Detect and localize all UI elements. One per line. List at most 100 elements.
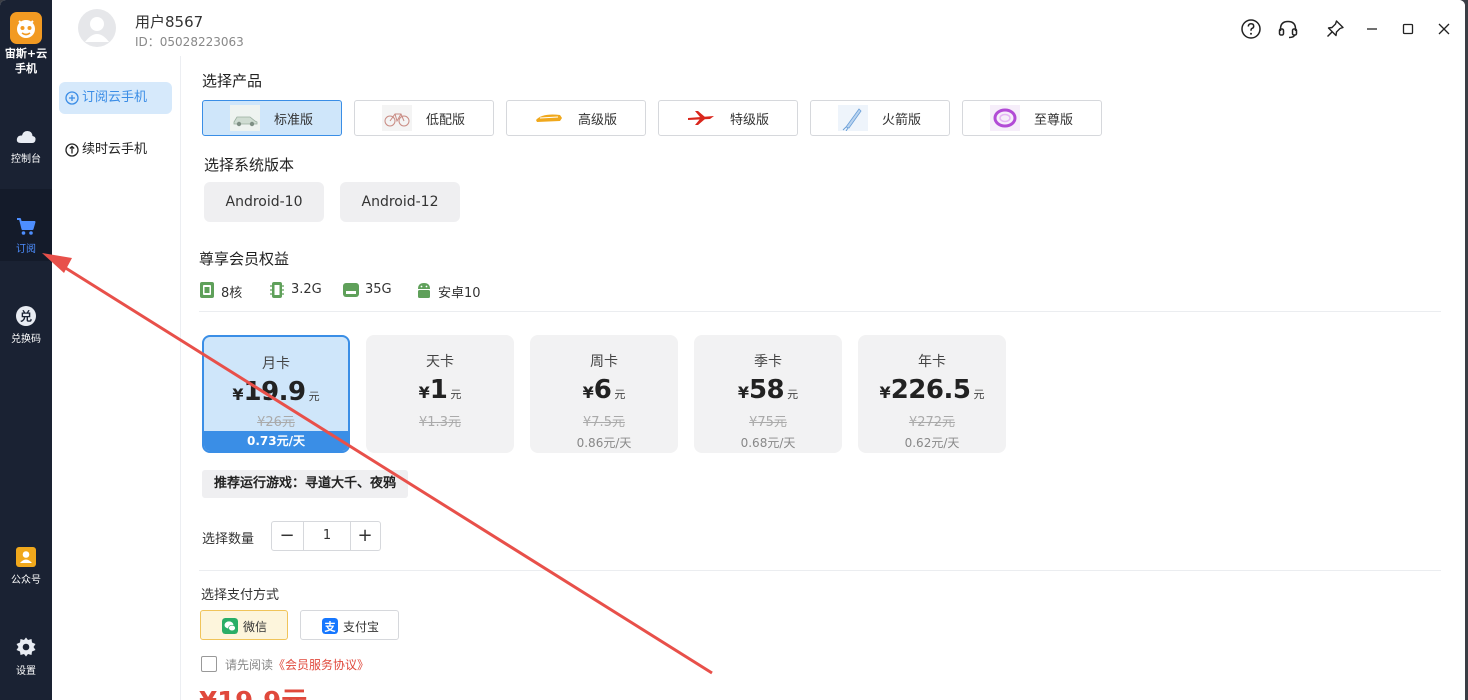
plan-price: ¥226.5 元 (858, 375, 1006, 405)
plan-price: ¥19.9 元 (204, 377, 348, 407)
help-icon[interactable] (1240, 18, 1262, 40)
plan-original-price: ¥75元 (749, 415, 787, 430)
rail-item-label: 设置 (16, 666, 36, 677)
product-basic[interactable]: 低配版 (354, 100, 494, 136)
plan-original-price: ¥7.5元 (583, 415, 625, 430)
plan-currency: ¥ (418, 383, 430, 402)
plan-name: 天卡 (426, 354, 454, 370)
pay-alipay-button[interactable]: 支 支付宝 (300, 610, 399, 640)
maximize-icon[interactable] (1397, 18, 1419, 40)
subnav-item-label: 订阅云手机 (82, 90, 148, 105)
redeem-icon: 兑 (16, 306, 36, 326)
user-id: ID：05028223063 (135, 35, 244, 49)
jet-icon (688, 111, 714, 125)
subnav-item-subscribe-phone[interactable]: 订阅云手机 (59, 82, 172, 114)
rail-item-label: 订阅 (16, 244, 36, 255)
subnav-item-label: 续时云手机 (82, 142, 148, 157)
plan-unit: 元 (787, 388, 799, 401)
quantity-decrease-button[interactable]: − (272, 522, 302, 550)
payment-section-title: 选择支付方式 (201, 588, 280, 603)
plan-unit: 元 (973, 388, 985, 401)
cart-icon (17, 218, 36, 235)
pin-icon[interactable] (1324, 18, 1346, 40)
plan-amount: 6 (593, 375, 612, 405)
minimize-icon[interactable] (1361, 18, 1383, 40)
close-icon[interactable] (1433, 18, 1455, 40)
plan-month[interactable]: 月卡 ¥19.9 元 ¥26元 0.73元/天 (202, 335, 350, 453)
agreement-link[interactable]: 《会员服务协议》 (273, 658, 369, 672)
svg-text:兑: 兑 (20, 309, 32, 324)
quantity-label: 选择数量 (202, 532, 255, 547)
pay-wechat-button[interactable]: 微信 (200, 610, 288, 640)
plan-day[interactable]: 天卡 ¥1 元 ¥1.3元 (366, 335, 514, 453)
main-content: 选择产品 标准版 低配版 高级版 特级版 火箭版 至尊版 选择系统版本 Andr… (181, 56, 1465, 700)
plan-daily-price: 0.62元/天 (904, 436, 960, 450)
agreement-prefix: 请先阅读 (225, 658, 274, 672)
memory-icon (270, 282, 284, 298)
pay-method-label: 支付宝 (343, 620, 380, 634)
product-supreme[interactable]: 至尊版 (962, 100, 1102, 136)
plan-daily-price: 0.68元/天 (740, 436, 796, 450)
plan-week[interactable]: 周卡 ¥6 元 ¥7.5元 0.86元/天 (530, 335, 678, 453)
quantity-increase-button[interactable]: + (350, 522, 380, 550)
plan-price: ¥6 元 (530, 375, 678, 405)
plan-currency: ¥ (582, 383, 594, 402)
pay-method-label: 微信 (243, 620, 268, 634)
agreement-checkbox[interactable] (201, 656, 217, 672)
plan-name: 月卡 (262, 356, 290, 372)
spec-label: 3.2G (291, 282, 322, 297)
total-price: ¥19.9元 (199, 688, 307, 700)
plan-unit: 元 (614, 388, 626, 401)
sub-nav: 订阅云手机 续时云手机 (52, 56, 181, 700)
product-label: 特级版 (730, 113, 770, 128)
rail-item-subscribe[interactable]: 订阅 (0, 189, 52, 261)
alipay-icon: 支 (322, 618, 338, 634)
plan-name: 季卡 (754, 354, 782, 370)
product-advanced[interactable]: 高级版 (506, 100, 646, 136)
gear-icon (16, 637, 36, 657)
os-android-12[interactable]: Android-12 (340, 182, 460, 222)
plan-quarter[interactable]: 季卡 ¥58 元 ¥75元 0.68元/天 (694, 335, 842, 453)
headset-icon[interactable] (1277, 18, 1299, 40)
quantity-value[interactable]: 1 (303, 522, 351, 550)
plan-price: ¥58 元 (694, 375, 842, 405)
rail-item-console[interactable]: 控制台 (0, 126, 52, 198)
recommended-games: 推荐运行游戏：寻道大千、夜鸦 (202, 470, 409, 498)
spec-label: 安卓10 (438, 286, 481, 301)
subnav-item-renew-phone[interactable]: 续时云手机 (59, 134, 172, 166)
spec-label: 8核 (221, 286, 243, 301)
product-rocket[interactable]: 火箭版 (810, 100, 950, 136)
wechat-icon (222, 618, 238, 634)
plan-currency: ¥ (879, 383, 891, 402)
add-circle-icon (65, 91, 79, 105)
plan-daily-price: 0.86元/天 (576, 436, 632, 450)
cpu-icon (200, 282, 214, 298)
user-name: 用户8567 (135, 13, 204, 31)
rail-item-official-account[interactable]: 公众号 (0, 546, 52, 618)
plan-amount: 226.5 (890, 375, 971, 405)
app-logo-text: 宙斯+云手机 (4, 47, 48, 75)
agreement-text: 请先阅读《会员服务协议》 (225, 656, 369, 673)
plan-amount: 58 (748, 375, 785, 405)
plan-original-price: ¥26元 (257, 415, 295, 430)
plan-name: 周卡 (590, 354, 618, 370)
product-label: 火箭版 (882, 113, 922, 128)
product-label: 低配版 (426, 113, 466, 128)
product-premium[interactable]: 特级版 (658, 100, 798, 136)
storage-icon (343, 283, 359, 297)
left-rail: 宙斯+云手机 控制台 订阅 兑 兑换码 公众号 设置 (0, 0, 52, 700)
rail-item-settings[interactable]: 设置 (0, 636, 52, 700)
plan-name: 年卡 (918, 354, 946, 370)
os-android-10[interactable]: Android-10 (204, 182, 324, 222)
plan-daily-price: 0.73元/天 (204, 431, 348, 451)
rail-item-redeem[interactable]: 兑 兑换码 (0, 305, 52, 377)
rail-item-label: 控制台 (11, 154, 41, 165)
product-section-title: 选择产品 (202, 72, 263, 90)
plan-currency: ¥ (232, 385, 244, 404)
app-logo (10, 12, 42, 44)
product-standard[interactable]: 标准版 (202, 100, 342, 136)
avatar[interactable] (78, 9, 116, 47)
top-header: 用户8567 ID：05028223063 (52, 0, 1465, 56)
bicycle-icon (382, 105, 412, 131)
plan-year[interactable]: 年卡 ¥226.5 元 ¥272元 0.62元/天 (858, 335, 1006, 453)
